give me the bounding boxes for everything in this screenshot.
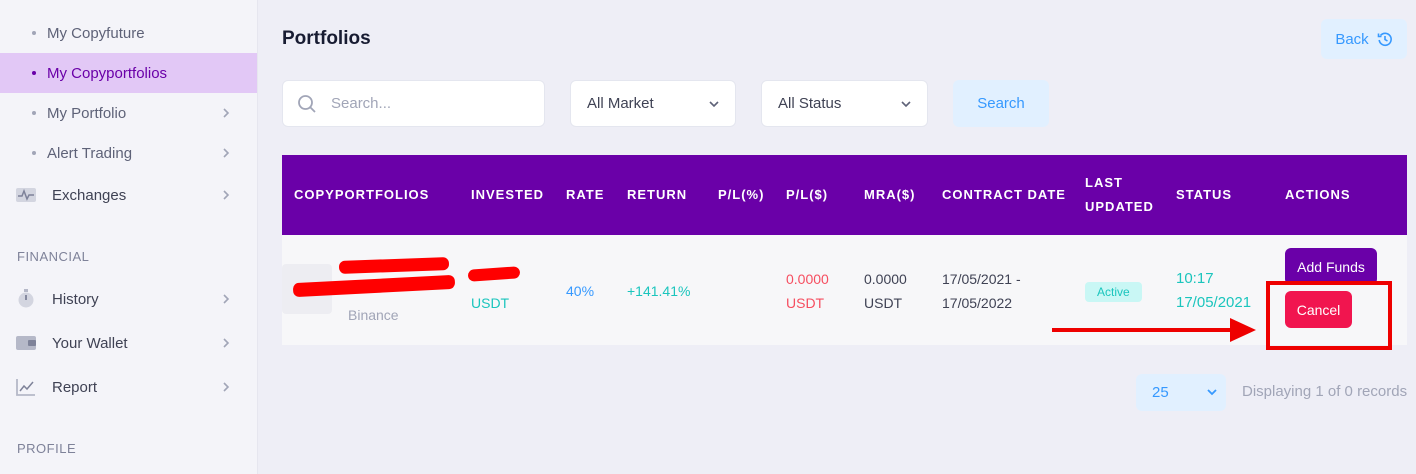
column-header-invested[interactable]: INVESTED — [471, 183, 544, 207]
bullet-icon — [32, 71, 36, 75]
market-filter-value: All Market — [587, 95, 654, 112]
sidebar-item-label: My Portfolio — [47, 104, 127, 122]
column-header-pl-percent[interactable]: P/L(%) — [718, 183, 764, 207]
sidebar-item-alert-trading[interactable]: Alert Trading — [0, 133, 257, 173]
history-back-icon — [1377, 32, 1392, 47]
updated-time: 10:17 — [1176, 270, 1214, 287]
contract-start: 17/05/2021 - — [942, 271, 1021, 287]
sidebar-item-label: My Copyportfolios — [47, 64, 168, 82]
contract-end: 17/05/2022 — [942, 295, 1013, 311]
chevron-right-icon — [223, 294, 230, 304]
search-input[interactable] — [329, 94, 523, 113]
search-box — [282, 80, 545, 127]
line-chart-icon — [16, 377, 36, 397]
bullet-icon — [32, 31, 36, 35]
chevron-right-icon — [223, 382, 230, 392]
rate-value: 40% — [566, 283, 595, 299]
sidebar-item-label: My Copyfuture — [47, 24, 145, 42]
sidebar: My Copyfuture My Copyportfolios My Portf… — [0, 0, 258, 474]
contract-date-cell: 17/05/2021 - 17/05/2022 — [942, 267, 1021, 315]
column-header-return[interactable]: RETURN — [627, 183, 687, 207]
pl-dollar-value: 0.0000 — [786, 271, 829, 287]
column-header-rate[interactable]: RATE — [566, 183, 604, 207]
invested-unit: USDT — [471, 295, 510, 311]
chevron-right-icon — [223, 148, 230, 158]
section-label-profile: PROFILE — [17, 441, 77, 456]
chevron-right-icon — [223, 108, 230, 118]
mra-cell: 0.0000 USDT — [864, 267, 907, 315]
chevron-down-icon — [901, 101, 911, 108]
portfolio-exchange: Binance — [348, 307, 399, 323]
sidebar-item-my-portfolio[interactable]: My Portfolio — [0, 93, 257, 133]
column-header-contract-date[interactable]: CONTRACT DATE — [942, 183, 1066, 207]
page-size-value: 25 — [1152, 384, 1169, 401]
section-label-financial: FINANCIAL — [17, 249, 90, 264]
mra-unit: USDT — [864, 295, 903, 311]
status-filter-value: All Status — [778, 95, 842, 112]
records-info: Displaying 1 of 0 records — [1242, 383, 1408, 400]
updated-date: 17/05/2021 — [1176, 294, 1252, 311]
wallet-icon — [16, 333, 36, 353]
search-icon — [298, 94, 316, 113]
column-header-last-updated[interactable]: LAST UPDATED — [1085, 171, 1154, 219]
bullet-icon — [32, 151, 36, 155]
column-header-pl-dollar[interactable]: P/L($) — [786, 183, 828, 207]
highlight-box — [1266, 281, 1392, 350]
sidebar-item-history[interactable]: History — [0, 278, 257, 320]
return-value: +141.41% — [627, 283, 691, 299]
pl-dollar-cell: 0.0000 USDT — [786, 267, 829, 315]
sidebar-item-exchanges[interactable]: Exchanges — [0, 174, 257, 216]
sidebar-item-label: Exchanges — [52, 186, 127, 204]
market-filter-select[interactable]: All Market — [570, 80, 736, 127]
page-title: Portfolios — [282, 28, 371, 49]
status-filter-select[interactable]: All Status — [761, 80, 928, 127]
add-funds-button[interactable]: Add Funds — [1285, 248, 1377, 285]
stopwatch-icon — [16, 289, 36, 309]
last-updated-cell: 10:17 17/05/2021 — [1176, 267, 1251, 315]
chevron-right-icon — [223, 190, 230, 200]
pulse-chart-icon — [16, 185, 36, 205]
column-header-status[interactable]: STATUS — [1176, 183, 1232, 207]
arrow-head-icon — [1230, 318, 1256, 342]
page-size-select[interactable]: 25 — [1136, 374, 1226, 411]
chevron-down-icon — [1207, 389, 1217, 396]
sidebar-item-my-copyportfolios[interactable]: My Copyportfolios — [0, 53, 257, 93]
sidebar-item-label: Alert Trading — [47, 144, 133, 162]
column-header-mra[interactable]: MRA($) — [864, 183, 916, 207]
pl-dollar-unit: USDT — [786, 295, 825, 311]
sidebar-item-label: Report — [52, 378, 98, 396]
back-label: Back — [1335, 30, 1369, 48]
mra-value: 0.0000 — [864, 271, 907, 287]
column-header-line: LAST — [1085, 175, 1123, 190]
column-header-copyportfolios[interactable]: COPYPORTFOLIOS — [294, 183, 429, 207]
chevron-down-icon — [709, 101, 719, 108]
search-button[interactable]: Search — [953, 80, 1049, 127]
column-header-actions: ACTIONS — [1285, 187, 1351, 202]
column-header-line: UPDATED — [1085, 199, 1154, 214]
bullet-icon — [32, 111, 36, 115]
annotation-arrow-icon — [1052, 328, 1242, 332]
back-button[interactable]: Back — [1321, 19, 1407, 59]
chevron-right-icon — [223, 338, 230, 348]
sidebar-item-my-copyfuture[interactable]: My Copyfuture — [0, 13, 257, 53]
sidebar-item-your-wallet[interactable]: Your Wallet — [0, 322, 257, 364]
sidebar-item-report[interactable]: Report — [0, 366, 257, 408]
table-header — [282, 155, 1407, 235]
sidebar-item-label: History — [52, 290, 99, 308]
status-badge: Active — [1085, 282, 1142, 302]
sidebar-item-label: Your Wallet — [52, 334, 128, 352]
